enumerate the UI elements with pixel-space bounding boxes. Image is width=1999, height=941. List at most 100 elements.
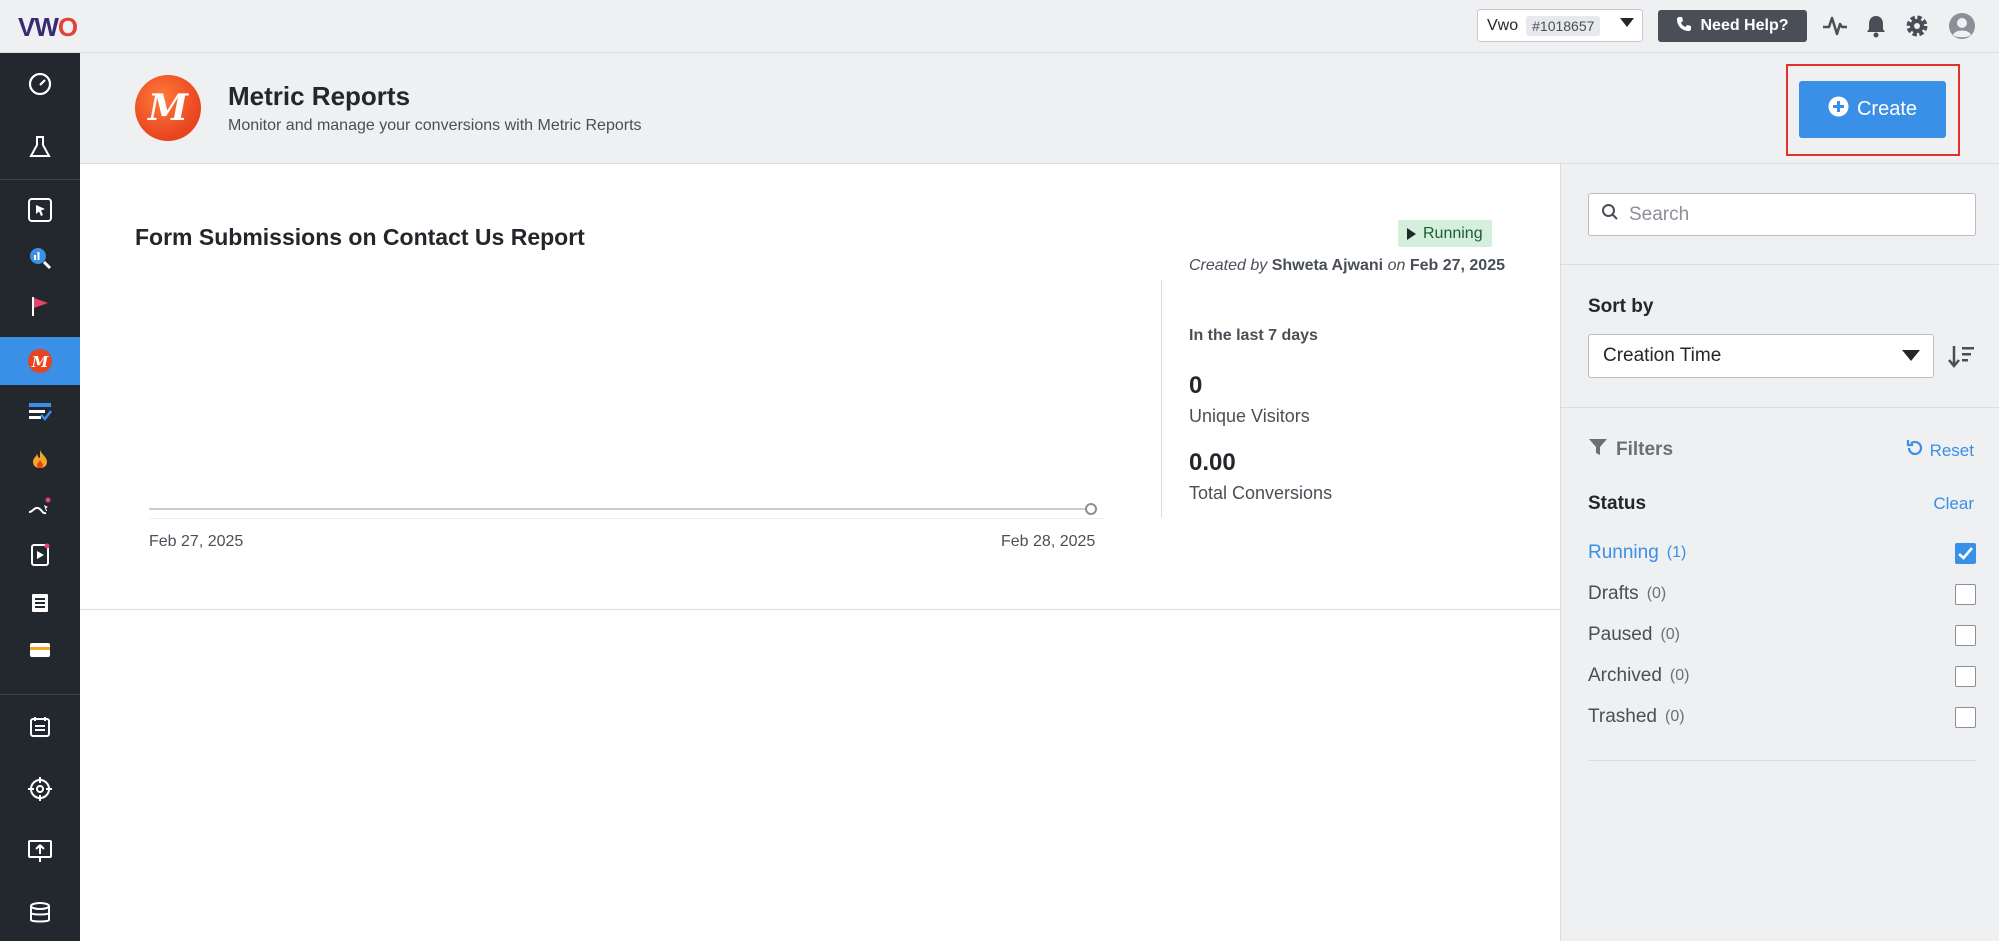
status-filter-running[interactable]: Running (1) — [1588, 538, 1976, 568]
flag-icon[interactable] — [0, 282, 80, 330]
stats-divider — [1161, 280, 1162, 518]
main-content: Form Submissions on Contact Us Report Ru… — [80, 164, 1560, 941]
svg-text:M: M — [31, 353, 49, 371]
search-input[interactable] — [1629, 203, 1949, 226]
status-name: Running — [1588, 542, 1659, 563]
reset-button[interactable]: Reset — [1906, 439, 1974, 462]
dashboard-icon[interactable] — [0, 60, 80, 108]
status-count: (0) — [1669, 667, 1690, 684]
panel-divider — [1588, 760, 1976, 761]
status-name: Drafts — [1588, 583, 1639, 604]
checkbox[interactable] — [1955, 625, 1976, 646]
stats-period: In the last 7 days — [1189, 327, 1318, 344]
status-name: Trashed — [1588, 706, 1657, 727]
status-filter-archived[interactable]: Archived (0) — [1588, 661, 1976, 691]
status-count: (1) — [1666, 544, 1687, 561]
filter-icon — [1588, 438, 1608, 462]
sort-select[interactable]: Creation Time — [1588, 334, 1934, 378]
panel-divider — [1561, 264, 1999, 265]
plus-circle-icon — [1828, 96, 1849, 123]
status-badge: Running — [1398, 220, 1492, 247]
filters-heading: Filters — [1588, 438, 1673, 462]
report-card[interactable]: Form Submissions on Contact Us Report Ru… — [80, 164, 1560, 610]
card-icon[interactable] — [0, 626, 80, 674]
top-bar: VWO Vwo #1018657 Need Help? — [0, 0, 1999, 53]
create-button[interactable]: Create — [1799, 81, 1946, 138]
chevron-down-icon — [1902, 350, 1920, 361]
phone-icon — [1676, 16, 1692, 37]
search-box[interactable] — [1588, 193, 1976, 236]
sidebar-divider — [0, 179, 80, 180]
bell-icon[interactable] — [1862, 12, 1890, 40]
clipboard-icon[interactable] — [0, 703, 80, 751]
database-icon[interactable] — [0, 889, 80, 937]
page-header: M Metric Reports Monitor and manage your… — [80, 53, 1999, 164]
logo-letter: M — [148, 87, 188, 129]
page-title: Metric Reports — [228, 81, 411, 111]
created-by: Shweta Ajwani — [1271, 257, 1384, 274]
chart-line — [149, 508, 1089, 510]
need-help-button[interactable]: Need Help? — [1658, 10, 1807, 42]
status-badge-label: Running — [1423, 224, 1483, 242]
crosshair-icon[interactable] — [0, 765, 80, 813]
status-filter-drafts[interactable]: Drafts (0) — [1588, 579, 1976, 609]
status-name: Paused — [1588, 624, 1653, 645]
search-icon — [1601, 203, 1619, 226]
status-filter-paused[interactable]: Paused (0) — [1588, 620, 1976, 650]
chevron-down-icon — [1620, 18, 1634, 27]
report-title[interactable]: Form Submissions on Contact Us Report — [135, 224, 585, 251]
created-info: Created by Shweta Ajwani on Feb 27, 2025 — [1189, 257, 1505, 275]
deploy-icon[interactable] — [0, 827, 80, 875]
account-id: #1018657 — [1526, 15, 1601, 36]
play-icon — [1407, 227, 1416, 240]
metric-reports-icon[interactable]: M — [0, 337, 80, 385]
unique-visitors-label: Unique Visitors — [1189, 406, 1310, 426]
account-selector[interactable]: Vwo #1018657 — [1477, 9, 1643, 42]
filters-label: Filters — [1616, 439, 1674, 460]
user-avatar-icon[interactable] — [1948, 12, 1976, 40]
status-count: (0) — [1660, 626, 1681, 643]
checkbox-checked[interactable] — [1955, 543, 1976, 564]
recording-icon[interactable] — [0, 531, 80, 579]
checkbox[interactable] — [1955, 584, 1976, 605]
vwo-logo[interactable]: VWO — [18, 12, 78, 43]
chart-x-label-start: Feb 27, 2025 — [149, 533, 244, 550]
gear-icon[interactable] — [1903, 12, 1931, 40]
logo-text-accent: O — [57, 12, 78, 42]
sort-select-value: Creation Time — [1603, 345, 1722, 366]
filter-panel: Sort by Creation Time Filters Reset Stat… — [1560, 164, 1999, 941]
status-heading: Status — [1588, 493, 1647, 514]
reset-label: Reset — [1929, 440, 1974, 460]
unique-visitors-value: 0 — [1189, 372, 1203, 399]
sidebar-divider — [0, 694, 80, 695]
checkbox[interactable] — [1955, 707, 1976, 728]
analytics-icon[interactable] — [0, 234, 80, 282]
created-on-word: on — [1387, 257, 1406, 274]
sort-label: Sort by — [1588, 296, 1654, 317]
testing-flask-icon[interactable] — [0, 123, 80, 171]
status-count: (0) — [1646, 585, 1667, 602]
account-name: Vwo — [1487, 16, 1519, 34]
status-filter-trashed[interactable]: Trashed (0) — [1588, 702, 1976, 732]
form-icon[interactable] — [0, 579, 80, 627]
created-date: Feb 27, 2025 — [1409, 257, 1505, 274]
total-conversions-label: Total Conversions — [1189, 483, 1333, 503]
clear-button[interactable]: Clear — [1933, 494, 1974, 514]
checkbox[interactable] — [1955, 666, 1976, 687]
created-prefix: Created by — [1188, 257, 1268, 274]
status-name: Archived — [1588, 665, 1662, 686]
panel-divider — [1561, 407, 1999, 408]
logo-text: VW — [18, 12, 59, 42]
page-subtitle: Monitor and manage your conversions with… — [228, 117, 642, 134]
total-conversions-value: 0.00 — [1189, 449, 1236, 476]
need-help-label: Need Help? — [1700, 17, 1789, 34]
chart-x-label-end: Feb 28, 2025 — [1001, 533, 1096, 550]
funnel-icon[interactable] — [0, 483, 80, 531]
insights-cursor-icon[interactable] — [0, 186, 80, 234]
survey-icon[interactable] — [0, 388, 80, 436]
left-sidebar: M — [0, 53, 80, 941]
sort-direction-icon[interactable] — [1947, 343, 1975, 369]
fire-icon[interactable] — [0, 435, 80, 483]
activity-icon[interactable] — [1821, 12, 1849, 40]
metric-reports-logo: M — [135, 75, 201, 141]
